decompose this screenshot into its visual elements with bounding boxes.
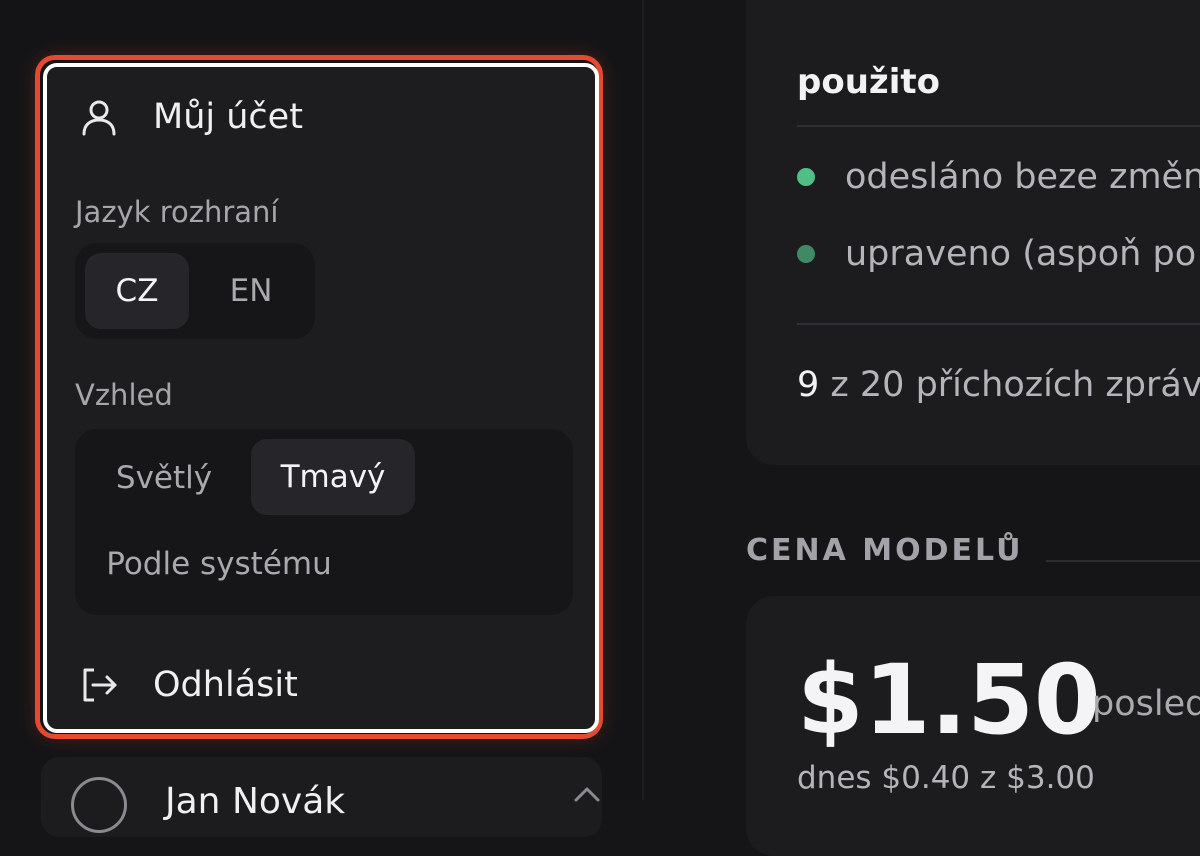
divider bbox=[797, 125, 1200, 127]
logout-item[interactable]: Odhlásit bbox=[79, 665, 298, 705]
sidebar-divider bbox=[642, 0, 644, 800]
legend-item: odesláno beze změn bbox=[797, 157, 1200, 197]
language-label: Jazyk rozhraní bbox=[75, 195, 279, 229]
section-rule bbox=[1046, 560, 1200, 562]
appearance-option-system[interactable]: Podle systému bbox=[89, 527, 349, 601]
appearance-label: Vzhled bbox=[75, 378, 173, 412]
usage-count: 9 z 20 příchozích zpráv bbox=[797, 365, 1200, 405]
avatar bbox=[71, 777, 127, 833]
usage-count-value: 9 bbox=[797, 365, 820, 405]
user-icon bbox=[79, 97, 119, 137]
usage-title: použito bbox=[797, 62, 940, 102]
usage-count-suffix: z 20 příchozích zpráv bbox=[830, 365, 1200, 405]
appearance-option-dark[interactable]: Tmavý bbox=[251, 439, 415, 515]
my-account-label: Můj účet bbox=[153, 97, 303, 137]
account-menu: Můj účet Jazyk rozhraní CZ EN Vzhled Svě… bbox=[43, 63, 599, 733]
logout-icon bbox=[79, 665, 119, 705]
divider bbox=[797, 323, 1200, 325]
legend-dot bbox=[797, 245, 815, 263]
language-switch: CZ EN bbox=[75, 243, 315, 339]
chevron-up-icon bbox=[573, 785, 601, 807]
my-account-item[interactable]: Můj účet bbox=[79, 97, 303, 137]
legend-dot bbox=[797, 168, 815, 186]
user-menu-trigger[interactable]: Jan Novák bbox=[41, 757, 602, 837]
logout-label: Odhlásit bbox=[153, 665, 298, 705]
model-price-card: $1.50 posled dnes $0.40 z $3.00 bbox=[746, 596, 1200, 856]
price-suffix: posled bbox=[1092, 684, 1200, 724]
usage-card: použito odesláno beze změn upraveno (asp… bbox=[746, 0, 1200, 465]
language-option-cz[interactable]: CZ bbox=[85, 253, 189, 329]
legend-label: odesláno beze změn bbox=[845, 157, 1200, 197]
price-today: dnes $0.40 z $3.00 bbox=[797, 760, 1095, 796]
legend-label: upraveno (aspoň po bbox=[845, 234, 1197, 274]
appearance-switch: Světlý Tmavý Podle systému bbox=[75, 429, 573, 615]
model-price-heading: CENA MODELŮ bbox=[746, 533, 1024, 568]
user-name: Jan Novák bbox=[165, 781, 346, 822]
appearance-option-light[interactable]: Světlý bbox=[89, 441, 239, 515]
price-value: $1.50 bbox=[797, 644, 1101, 756]
legend-item: upraveno (aspoň po bbox=[797, 234, 1196, 274]
language-option-en[interactable]: EN bbox=[199, 253, 303, 329]
